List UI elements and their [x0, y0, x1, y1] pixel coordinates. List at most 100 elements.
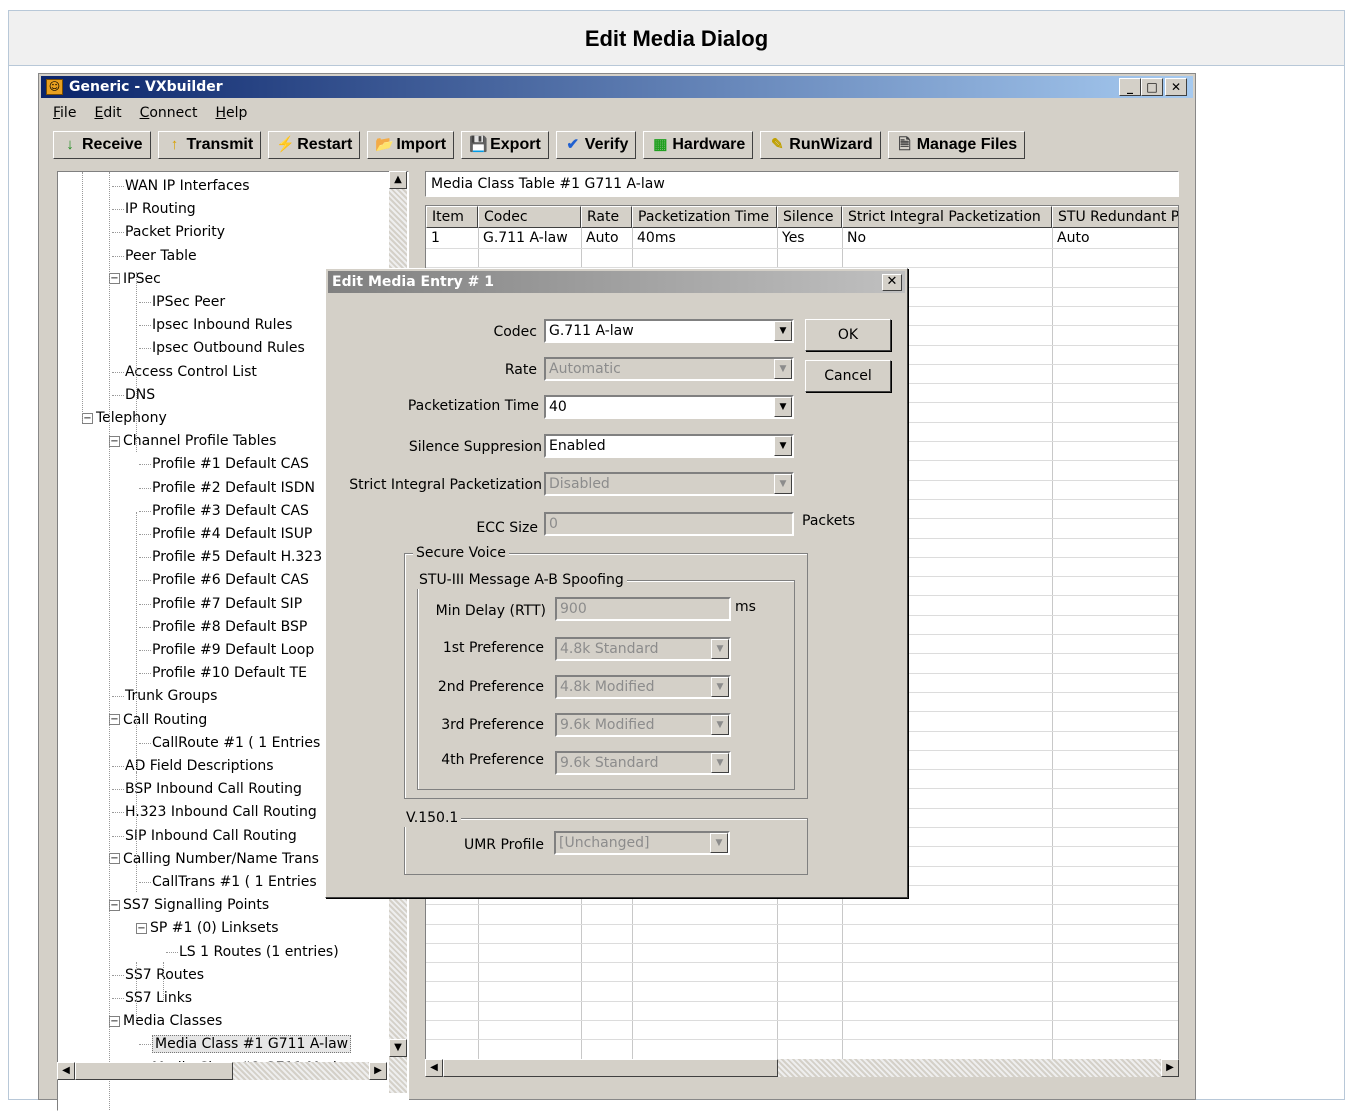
tree-item[interactable]: − Telephony: [82, 407, 167, 429]
column-header[interactable]: Strict Integral Packetization: [842, 206, 1052, 228]
column-header[interactable]: Codec: [478, 206, 581, 228]
tree-item[interactable]: − Calling Number/Name Trans: [109, 848, 319, 870]
tree-item[interactable]: Profile #10 Default TE: [152, 662, 307, 684]
menu-connect[interactable]: Connect: [140, 102, 198, 124]
maximize-button[interactable]: □: [1141, 78, 1163, 96]
import-button[interactable]: 📂 Import: [367, 131, 455, 159]
tree-item[interactable]: BSP Inbound Call Routing: [125, 778, 302, 800]
tree-item[interactable]: Peer Table: [125, 245, 197, 267]
manage-files-button[interactable]: 🗎 Manage Files: [887, 131, 1026, 159]
dialog-close-button[interactable]: ✕: [882, 274, 902, 291]
column-header[interactable]: STU Redundant P: [1052, 206, 1178, 228]
restart-button[interactable]: ⚡ Restart: [268, 131, 361, 159]
tree-item[interactable]: CallTrans #1 ( 1 Entries: [152, 871, 317, 893]
tree-item[interactable]: Profile #2 Default ISDN: [152, 477, 315, 499]
tree-item[interactable]: Profile #3 Default CAS: [152, 500, 309, 522]
tree-item[interactable]: Ipsec Inbound Rules: [152, 314, 292, 336]
dialog-titlebar[interactable]: Edit Media Entry # 1 ✕: [328, 271, 905, 293]
table-cell[interactable]: No: [842, 228, 1052, 248]
transmit-label: Transmit: [186, 136, 254, 153]
tree-item[interactable]: Profile #8 Default BSP: [152, 616, 307, 638]
tree-item[interactable]: − IPSec: [109, 268, 161, 290]
packetization-time-select[interactable]: 40 ▼: [544, 395, 794, 419]
run-wizard-button[interactable]: ✎ RunWizard: [760, 131, 881, 159]
tree-hscroll-thumb[interactable]: [75, 1062, 233, 1080]
tree-item[interactable]: SIP Inbound Call Routing: [125, 825, 297, 847]
tree-item[interactable]: Profile #1 Default CAS: [152, 453, 309, 475]
tree-item[interactable]: Profile #7 Default SIP: [152, 593, 302, 615]
scroll-right-icon[interactable]: ▶: [369, 1062, 387, 1080]
collapse-icon[interactable]: −: [109, 435, 120, 447]
cancel-button[interactable]: Cancel: [805, 360, 891, 392]
tree-item[interactable]: IP Routing: [125, 198, 196, 220]
column-header[interactable]: Item: [426, 206, 478, 228]
collapse-icon[interactable]: −: [109, 714, 120, 726]
tree-item[interactable]: Profile #4 Default ISUP: [152, 523, 312, 545]
chevron-down-icon[interactable]: ▼: [774, 321, 792, 341]
collapse-icon[interactable]: −: [109, 899, 120, 911]
umr-profile-label: UMR Profile: [463, 837, 544, 853]
vxbuilder-icon: ☺: [46, 79, 63, 95]
menu-edit[interactable]: Edit: [94, 102, 121, 124]
tree-item[interactable]: − Channel Profile Tables: [109, 430, 276, 452]
tree-item[interactable]: WAN IP Interfaces: [125, 175, 250, 197]
menu-help[interactable]: Help: [215, 102, 247, 124]
minimize-button[interactable]: _: [1119, 78, 1141, 96]
collapse-icon[interactable]: −: [136, 922, 147, 934]
tree-item[interactable]: H.323 Inbound Call Routing: [125, 801, 317, 823]
tree-item[interactable]: Profile #9 Default Loop: [152, 639, 314, 661]
scroll-down-icon[interactable]: ▼: [389, 1039, 407, 1057]
column-header[interactable]: Silence: [777, 206, 842, 228]
table-hscroll-thumb[interactable]: [443, 1059, 778, 1077]
scroll-up-icon[interactable]: ▲: [389, 171, 407, 189]
table-cell[interactable]: Auto: [581, 228, 632, 248]
tree-item[interactable]: Ipsec Outbound Rules: [152, 337, 305, 359]
receive-button[interactable]: ↓ Receive: [53, 131, 151, 159]
tree-item[interactable]: Profile #6 Default CAS: [152, 569, 309, 591]
column-header[interactable]: Rate: [581, 206, 632, 228]
hardware-button[interactable]: ▦ Hardware: [643, 131, 754, 159]
tree-horizontal-scrollbar[interactable]: ◀ ▶: [57, 1062, 387, 1080]
table-horizontal-scrollbar[interactable]: ◀ ▶: [425, 1059, 1179, 1077]
tree-item[interactable]: − SP #1 (0) Linksets: [136, 917, 279, 939]
scroll-right-icon[interactable]: ▶: [1161, 1059, 1179, 1077]
table-cell[interactable]: 1: [426, 228, 478, 248]
scroll-left-icon[interactable]: ◀: [57, 1062, 75, 1080]
table-cell[interactable]: Yes: [777, 228, 842, 248]
silence-suppression-select[interactable]: Enabled ▼: [544, 434, 794, 458]
collapse-icon[interactable]: −: [109, 273, 120, 285]
chevron-down-icon[interactable]: ▼: [774, 436, 792, 456]
tree-item[interactable]: Packet Priority: [125, 221, 225, 243]
chevron-down-icon[interactable]: ▼: [774, 397, 792, 417]
table-cell[interactable]: G.711 A-law: [478, 228, 581, 248]
tree-item-label: IPSec Peer: [152, 294, 226, 310]
tree-item[interactable]: Media Class #1 G711 A-law: [152, 1033, 352, 1055]
stu-spoofing-title: STU-III Message A-B Spoofing: [416, 571, 627, 589]
codec-select[interactable]: G.711 A-law ▼: [544, 319, 794, 343]
tree-item[interactable]: IPSec Peer: [152, 291, 225, 313]
tree-item[interactable]: Trunk Groups: [125, 685, 217, 707]
scroll-left-icon[interactable]: ◀: [425, 1059, 443, 1077]
table-cell[interactable]: 40ms: [632, 228, 777, 248]
tree-item[interactable]: AD Field Descriptions: [125, 755, 274, 777]
tree-item[interactable]: Profile #5 Default H.323: [152, 546, 322, 568]
tree-item[interactable]: Access Control List: [125, 361, 257, 383]
collapse-icon[interactable]: −: [109, 1015, 120, 1027]
collapse-icon[interactable]: −: [109, 853, 120, 865]
tree-item[interactable]: DNS: [125, 384, 155, 406]
export-button[interactable]: 💾 Export: [461, 131, 549, 159]
close-button[interactable]: ✕: [1165, 78, 1187, 96]
menu-file[interactable]: File: [53, 102, 76, 124]
ok-button[interactable]: OK: [805, 319, 891, 351]
tree-item[interactable]: − Media Classes: [109, 1010, 222, 1032]
tree-item[interactable]: − SS7 Signalling Points: [109, 894, 269, 916]
window-titlebar[interactable]: ☺ Generic - VXbuilder _ □ ✕: [41, 76, 1193, 98]
collapse-icon[interactable]: −: [82, 412, 93, 424]
tree-item[interactable]: LS 1 Routes (1 entries): [179, 941, 339, 963]
column-header[interactable]: Packetization Time: [632, 206, 777, 228]
verify-button[interactable]: ✔ Verify: [555, 131, 637, 159]
tree-item[interactable]: CallRoute #1 ( 1 Entries: [152, 732, 320, 754]
tree-item[interactable]: − Call Routing: [109, 709, 207, 731]
transmit-button[interactable]: ↑ Transmit: [157, 131, 262, 159]
table-cell[interactable]: Auto: [1052, 228, 1178, 248]
